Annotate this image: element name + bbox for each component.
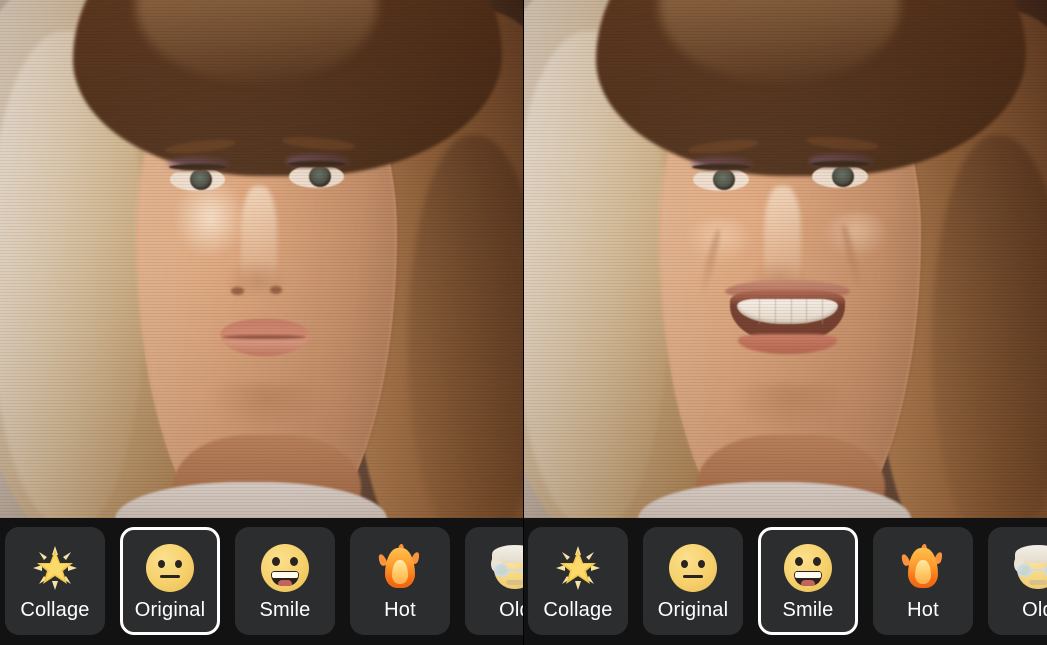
older-person-icon [489, 542, 523, 594]
chin-shadow [209, 383, 325, 430]
glowing-star-icon [29, 542, 81, 594]
filter-label: Smile [782, 599, 834, 621]
fire-icon [374, 542, 426, 594]
filter-label: Old [1022, 599, 1047, 621]
filter-tile-collage[interactable]: Collage [5, 527, 105, 635]
filter-tile-original[interactable]: Original [643, 527, 743, 635]
eye-right [288, 164, 345, 188]
older-person-icon [1012, 542, 1047, 594]
app-root: Collage Original Smile Hot Ol Collage Or… [0, 0, 1047, 645]
iris-right [308, 165, 331, 187]
right-filter-bar: Collage Original Smile Hot Ol [523, 518, 1047, 645]
grinning-face-icon [259, 542, 311, 594]
eye-left [693, 167, 749, 191]
glowing-star-icon [552, 542, 604, 594]
filter-tile-old[interactable]: Old [465, 527, 523, 635]
nostril-right [269, 285, 283, 294]
filter-tile-hot[interactable]: Hot [873, 527, 973, 635]
left-filter-bar: Collage Original Smile Hot Ol [0, 518, 523, 645]
eye-right [812, 164, 868, 188]
filter-tile-original[interactable]: Original [120, 527, 220, 635]
iris-right [832, 165, 855, 187]
iris-left [713, 168, 736, 190]
right-filter-strip[interactable]: Collage Original Smile Hot Ol [523, 527, 1047, 635]
eye-left [169, 167, 226, 191]
filter-tile-smile[interactable]: Smile [758, 527, 858, 635]
neutral-face-icon [667, 542, 719, 594]
nostril-left [231, 286, 244, 295]
filter-tile-collage[interactable]: Collage [528, 527, 628, 635]
filter-tile-old[interactable]: Old [988, 527, 1047, 635]
filter-label: Collage [543, 599, 613, 621]
chin-shadow [732, 383, 848, 430]
left-panel: Collage Original Smile Hot Ol [0, 0, 523, 645]
left-filter-strip[interactable]: Collage Original Smile Hot Ol [0, 527, 523, 635]
fire-icon [897, 542, 949, 594]
grinning-face-icon [782, 542, 834, 594]
portrait-neutral [0, 0, 523, 518]
filter-tile-hot[interactable]: Hot [350, 527, 450, 635]
filter-label: Original [134, 599, 206, 621]
neutral-face-icon [144, 542, 196, 594]
teeth [736, 298, 839, 324]
filter-tile-smile[interactable]: Smile [235, 527, 335, 635]
cheek-raise-right [821, 212, 890, 259]
filter-label: Original [657, 599, 729, 621]
panel-divider [523, 0, 524, 645]
cheek-raise-left [685, 217, 754, 265]
filter-label: Hot [384, 599, 416, 621]
filter-label: Hot [907, 599, 939, 621]
filter-label: Smile [259, 599, 311, 621]
left-photo-stage[interactable] [0, 0, 523, 518]
iris-left [189, 168, 213, 190]
portrait-smiling [523, 0, 1047, 518]
right-photo-stage[interactable] [523, 0, 1047, 518]
right-panel: Collage Original Smile Hot Ol [523, 0, 1047, 645]
filter-label: Old [499, 599, 523, 621]
filter-label: Collage [20, 599, 90, 621]
